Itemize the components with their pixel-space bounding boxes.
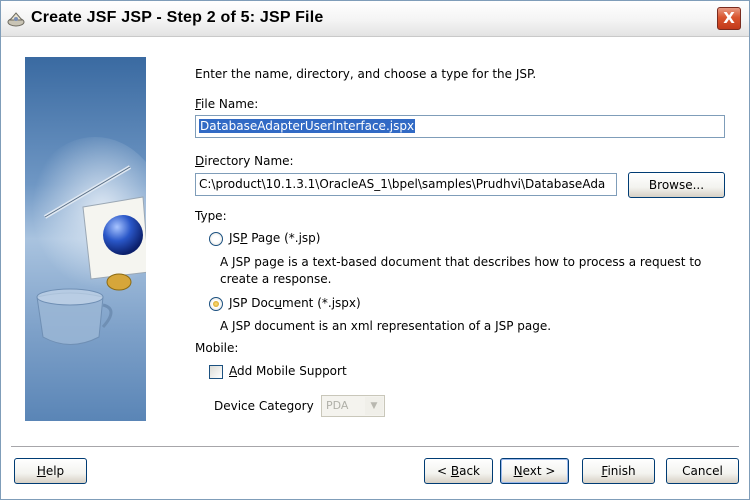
- add-mobile-support-checkbox[interactable]: [209, 365, 223, 379]
- jdeveloper-wizard-icon: [7, 11, 25, 27]
- device-category-value: PDA: [326, 399, 349, 412]
- wizard-dialog: Create JSF JSP - Step 2 of 5: JSP File X: [0, 0, 750, 500]
- jsp-page-description-line1: A JSP page is a text-based document that…: [220, 255, 702, 269]
- device-category-select[interactable]: PDA ▼: [321, 395, 385, 417]
- jsp-page-description-line2: create a response.: [220, 272, 332, 286]
- close-icon: X: [723, 9, 735, 27]
- type-label: Type:: [195, 209, 227, 223]
- file-name-value: DatabaseAdapterUserInterface.jspx: [199, 119, 416, 133]
- file-name-input[interactable]: DatabaseAdapterUserInterface.jspx: [195, 115, 725, 138]
- jsp-document-description: A JSP document is an xml representation …: [220, 319, 552, 333]
- file-name-label: File Name:: [195, 97, 259, 111]
- directory-name-label: Directory Name:: [195, 154, 294, 168]
- next-button[interactable]: Next >: [500, 458, 569, 484]
- button-separator: [11, 446, 739, 448]
- jsp-document-option-label[interactable]: JSP Document (*.jspx): [229, 296, 361, 310]
- add-mobile-support-label[interactable]: Add Mobile Support: [229, 364, 347, 378]
- cancel-button[interactable]: Cancel: [666, 458, 739, 484]
- browse-button[interactable]: Browse...: [628, 172, 725, 198]
- finish-button[interactable]: Finish: [582, 458, 655, 484]
- jsp-document-radio[interactable]: [209, 297, 223, 311]
- close-button[interactable]: X: [717, 7, 741, 30]
- device-category-label: Device Category: [214, 399, 314, 413]
- instructions-text: Enter the name, directory, and choose a …: [195, 67, 537, 81]
- mobile-label: Mobile:: [195, 341, 239, 355]
- jsp-page-option-label[interactable]: JSP Page (*.jsp): [229, 231, 320, 245]
- wizard-side-image: [25, 57, 146, 421]
- jsp-page-radio[interactable]: [209, 232, 223, 246]
- back-button[interactable]: < Back: [424, 458, 493, 484]
- window-title: Create JSF JSP - Step 2 of 5: JSP File: [31, 9, 324, 26]
- directory-name-input[interactable]: C:\product\10.1.3.1\OracleAS_1\bpel\samp…: [195, 173, 617, 196]
- help-button[interactable]: Help: [14, 458, 87, 484]
- directory-name-value: C:\product\10.1.3.1\OracleAS_1\bpel\samp…: [199, 177, 606, 191]
- chevron-down-icon: ▼: [365, 397, 383, 415]
- title-bar[interactable]: Create JSF JSP - Step 2 of 5: JSP File X: [1, 1, 749, 37]
